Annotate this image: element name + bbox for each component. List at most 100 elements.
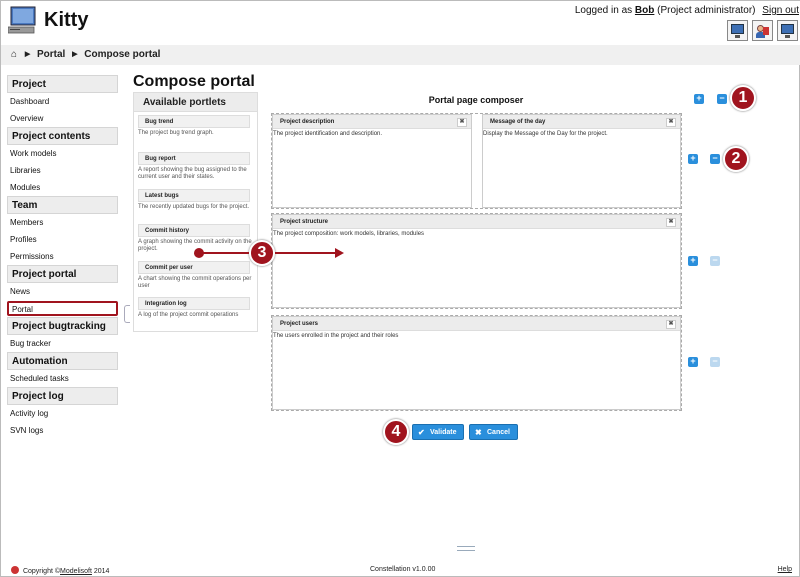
breadcrumb-arrow-icon: ▶	[24, 51, 31, 58]
screen-user-icon[interactable]	[777, 20, 798, 41]
signout-link[interactable]: Sign out	[762, 5, 799, 16]
box-project-structure[interactable]: Project structure ✖ The project composit…	[272, 214, 681, 308]
breadcrumb-arrow-icon: ▶	[72, 51, 78, 58]
sidebar-item-news[interactable]: News	[7, 283, 118, 300]
validate-label: Validate	[430, 429, 457, 436]
nav-section-project-bugtracking: Project bugtracking	[7, 317, 118, 335]
box-title: Message of the day	[490, 119, 546, 125]
box-head[interactable]: Project description ✖	[273, 115, 471, 129]
sidebar-item-overview[interactable]: Overview	[7, 110, 118, 127]
footer: Copyright ©Modelisoft 2014 Constellation…	[1, 563, 800, 577]
sidebar-item-dashboard[interactable]: Dashboard	[7, 93, 118, 110]
user-admin-icon[interactable]	[752, 20, 773, 41]
monitor-logo-icon	[8, 6, 36, 34]
portlet-desc: The project bug trend graph.	[138, 130, 214, 136]
sidebar-item-scheduled-tasks[interactable]: Scheduled tasks	[7, 370, 118, 387]
breadcrumb-portal[interactable]: Portal	[37, 49, 65, 60]
portlet-bug-report[interactable]: Bug report A report showing the bug assi…	[138, 152, 256, 181]
box-head[interactable]: Message of the day ✖	[483, 115, 680, 129]
sidebar-item-permissions[interactable]: Permissions	[7, 248, 118, 265]
user-link[interactable]: Bob	[635, 5, 654, 16]
header: Kitty Logged in as Bob (Project administ…	[1, 1, 800, 45]
available-portlets-panel: Available portlets Bug trend The project…	[133, 92, 258, 332]
sidebar: Project Dashboard Overview Project conte…	[7, 75, 118, 439]
portlet-title[interactable]: Bug report	[138, 152, 250, 165]
portlet-integration-log[interactable]: Integration log A log of the project com…	[138, 297, 256, 319]
add-column-icon[interactable]: +	[688, 154, 698, 164]
add-row-icon[interactable]: +	[694, 94, 704, 104]
copyright-text: Copyright ©	[22, 568, 61, 575]
composer-title: Portal page composer	[428, 95, 524, 105]
sidebar-item-work-models[interactable]: Work models	[7, 145, 118, 162]
sidebar-item-portal[interactable]: Portal	[7, 301, 118, 316]
close-icon: ✖	[475, 428, 482, 437]
box-project-description[interactable]: Project description ✖ The project identi…	[272, 114, 472, 208]
add-column-icon[interactable]: +	[688, 357, 698, 367]
composer-row-2[interactable]: Project structure ✖ The project composit…	[271, 213, 682, 309]
portlet-latest-bugs[interactable]: Latest bugs The recently updated bugs fo…	[138, 189, 256, 211]
portlet-bug-trend[interactable]: Bug trend The project bug trend graph.	[138, 115, 256, 137]
sidebar-item-svn-logs[interactable]: SVN logs	[7, 422, 118, 439]
portlet-title[interactable]: Commit per user	[138, 261, 250, 274]
nav-section-project: Project	[7, 75, 118, 93]
nav-section-project-contents: Project contents	[7, 127, 118, 145]
composer-row-3[interactable]: Project users ✖ The users enrolled in th…	[271, 315, 682, 411]
portlet-title[interactable]: Latest bugs	[138, 189, 250, 202]
sidebar-item-members[interactable]: Members	[7, 214, 118, 231]
page-title: Compose portal	[133, 73, 255, 90]
sidebar-collapse-handle[interactable]	[124, 305, 130, 323]
box-title: Project structure	[280, 219, 329, 225]
sidebar-item-libraries[interactable]: Libraries	[7, 162, 118, 179]
remove-column-icon[interactable]: −	[710, 154, 720, 164]
header-toolbar	[727, 20, 798, 41]
nav-section-project-log: Project log	[7, 387, 118, 405]
sidebar-item-profiles[interactable]: Profiles	[7, 231, 118, 248]
add-column-icon[interactable]: +	[688, 256, 698, 266]
company-logo-icon	[11, 566, 19, 574]
box-desc: The project composition: work models, li…	[273, 231, 425, 237]
portlet-title[interactable]: Integration log	[138, 297, 250, 310]
sidebar-item-modules[interactable]: Modules	[7, 179, 118, 196]
workstation-icon[interactable]	[727, 20, 748, 41]
box-desc: Display the Message of the Day for the p…	[483, 131, 608, 137]
box-project-users[interactable]: Project users ✖ The users enrolled in th…	[272, 316, 681, 410]
composer-row-1[interactable]: Project description ✖ The project identi…	[271, 113, 682, 209]
box-desc: The project identification and descripti…	[273, 131, 383, 137]
portlet-commit-per-user[interactable]: Commit per user A chart showing the comm…	[138, 261, 256, 290]
sidebar-item-bug-tracker[interactable]: Bug tracker	[7, 335, 118, 352]
portlet-desc: A chart showing the commit operations pe…	[138, 276, 252, 289]
sidebar-item-activity-log[interactable]: Activity log	[7, 405, 118, 422]
home-icon[interactable]: ⌂	[11, 49, 17, 60]
portlet-desc: A log of the project commit operations	[138, 312, 239, 318]
breadcrumb-compose-portal: Compose portal	[84, 49, 161, 60]
close-icon[interactable]: ✖	[666, 218, 676, 227]
close-icon[interactable]: ✖	[457, 118, 467, 127]
remove-column-icon: −	[710, 256, 720, 266]
portlet-title[interactable]: Bug trend	[138, 115, 250, 128]
portlets-title: Available portlets	[134, 93, 257, 112]
box-title: Project users	[280, 321, 319, 327]
help-link[interactable]: Help	[778, 566, 792, 573]
close-icon[interactable]: ✖	[666, 118, 676, 127]
company-link[interactable]: Modelisoft	[60, 568, 92, 575]
remove-column-icon[interactable]: −	[717, 94, 727, 104]
box-desc: The users enrolled in the project and th…	[273, 333, 399, 339]
callout-1: 1	[730, 85, 756, 111]
portlet-desc: The recently updated bugs for the projec…	[138, 204, 250, 210]
logged-in-prefix: Logged in as	[574, 5, 633, 16]
nav-section-automation: Automation	[7, 352, 118, 370]
box-title: Project description	[280, 119, 335, 125]
portlet-title[interactable]: Commit history	[138, 224, 250, 237]
callout-2: 2	[723, 146, 749, 172]
cancel-button[interactable]: ✖ Cancel	[469, 424, 518, 440]
copyright: Copyright ©Modelisoft 2014	[11, 566, 109, 575]
box-head[interactable]: Project users ✖	[273, 317, 680, 331]
resize-grip-icon[interactable]	[457, 546, 475, 551]
breadcrumb: ⌂ ▶ Portal ▶ Compose portal	[1, 45, 800, 65]
login-info: Logged in as Bob (Project administrator)…	[575, 5, 799, 16]
close-icon[interactable]: ✖	[666, 320, 676, 329]
box-head[interactable]: Project structure ✖	[273, 215, 680, 229]
box-message-of-the-day[interactable]: Message of the day ✖ Display the Message…	[482, 114, 681, 208]
validate-button[interactable]: ✔ Validate	[412, 424, 464, 440]
cancel-label: Cancel	[487, 429, 510, 436]
